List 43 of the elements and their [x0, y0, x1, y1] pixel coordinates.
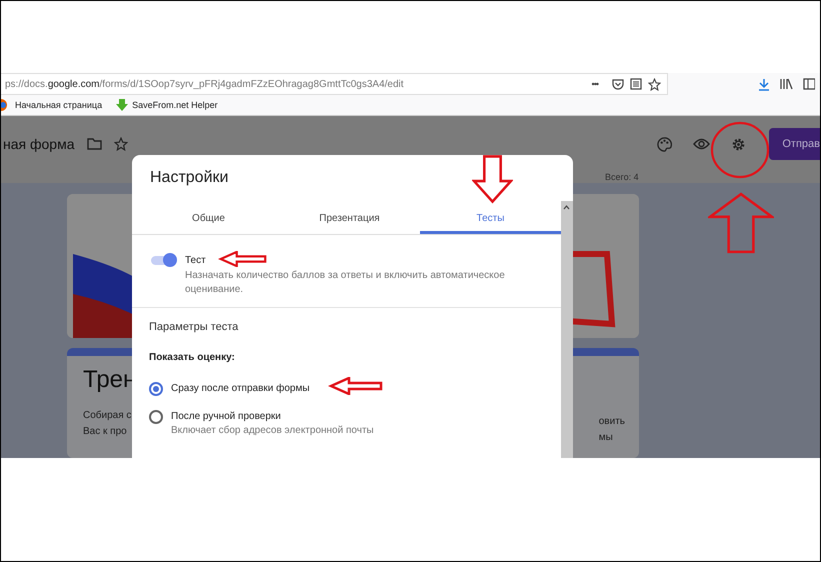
total-count: Всего: 4: [605, 172, 640, 182]
address-bar[interactable]: ps://docs.google.com/forms/d/1SOop7syrv_pFRj4gadmFZzEOhragag8GmttTc0gs3A4/edit •••: [1, 73, 668, 95]
eye-icon[interactable]: [693, 138, 710, 150]
scrollbar[interactable]: [561, 201, 573, 458]
bookmark-link[interactable]: SaveFrom.net Helper: [132, 100, 218, 110]
dialog-title: Настройки: [149, 168, 230, 188]
form-description: Вас к про: [83, 425, 128, 439]
form-title: ная форма: [3, 136, 74, 152]
field-label: Показать оценку:: [149, 352, 236, 365]
send-button[interactable]: Отправ: [769, 128, 820, 160]
form-description: мы: [598, 431, 614, 445]
option-label[interactable]: Сразу после отправки формы: [171, 383, 310, 394]
radio-button[interactable]: [149, 410, 163, 424]
settings-icon[interactable]: [731, 136, 746, 152]
tab[interactable]: Общие: [138, 206, 279, 234]
option-hint: Включает сбор адресов электронной почты: [171, 425, 374, 436]
pocket-icon[interactable]: [612, 78, 624, 90]
url-text: ps://docs.google.com/forms/d/1SOop7syrv_pFRj4gadmFZzEOhragag8GmttTc0gs3A4/edit: [5, 78, 405, 90]
arrow-annotation: [328, 377, 384, 395]
tab[interactable]: Презентация: [279, 206, 420, 234]
more-button[interactable]: •••: [592, 79, 598, 89]
star-icon[interactable]: [648, 78, 661, 90]
palette-icon[interactable]: [657, 136, 672, 152]
form-description: Собирая с: [83, 409, 132, 423]
folder-icon[interactable]: [86, 138, 102, 150]
arrow-annotation: [708, 192, 774, 254]
library-icon[interactable]: [780, 78, 793, 90]
toggle-label: Тест: [185, 255, 206, 266]
toggle-description: Назначать количество баллов за ответы и включить автоматическое оценивание.: [185, 269, 506, 297]
download-icon[interactable]: [758, 78, 770, 90]
radio-button[interactable]: [149, 382, 163, 396]
download-arrow-icon: [116, 99, 128, 111]
option-label[interactable]: После ручной проверки: [171, 411, 281, 422]
bookmark-link[interactable]: Начальная страница: [15, 100, 102, 110]
form-description: овить: [598, 415, 625, 429]
section-title: Параметры теста: [149, 320, 240, 335]
circle-annotation: [710, 121, 770, 179]
arrow-annotation: [472, 154, 513, 204]
reader-icon[interactable]: [630, 78, 642, 90]
caret-icon[interactable]: [563, 205, 570, 210]
star-icon[interactable]: [114, 137, 128, 152]
quiz-toggle[interactable]: [149, 253, 177, 267]
sidebar-icon[interactable]: [803, 78, 815, 90]
